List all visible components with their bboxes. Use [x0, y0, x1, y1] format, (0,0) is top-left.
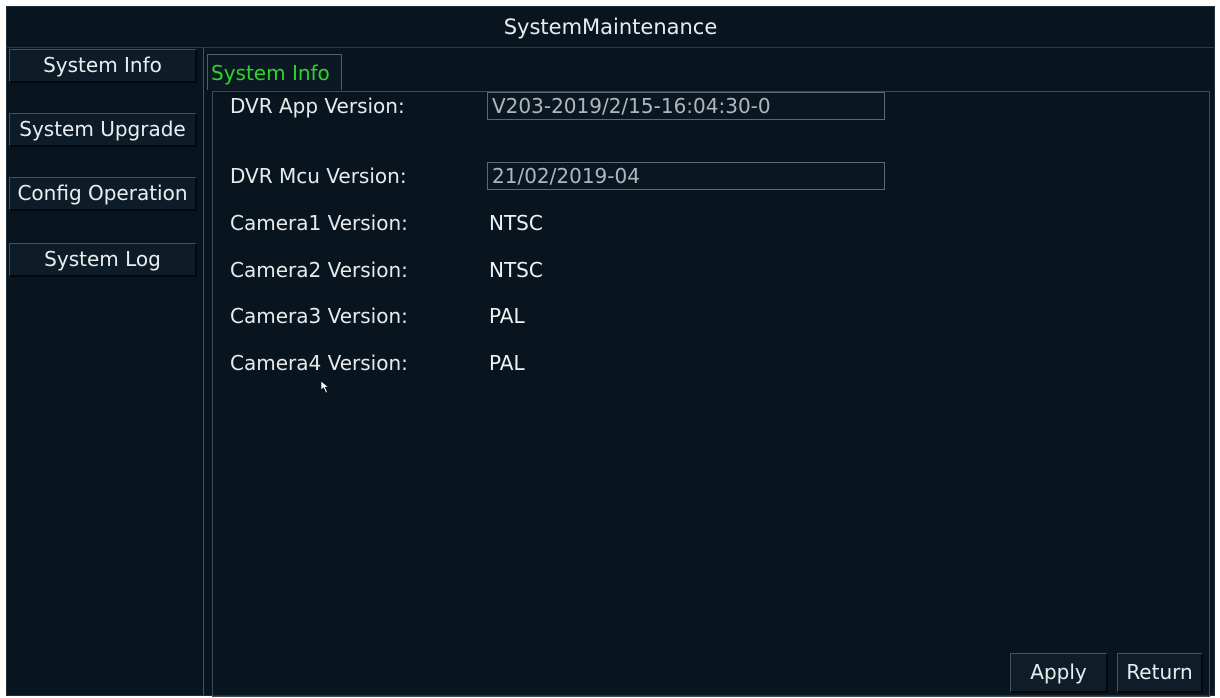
sidebar-item-system-upgrade[interactable]: System Upgrade [9, 113, 197, 147]
camera2-version-label: Camera2 Version: [230, 258, 408, 282]
camera3-version-value: PAL [489, 304, 525, 328]
system-info-panel: DVR App Version: V203-2019/2/15-16:04:30… [212, 91, 1210, 697]
camera1-version-label: Camera1 Version: [230, 211, 408, 235]
mouse-pointer-icon [321, 381, 330, 394]
camera4-version-value: PAL [489, 351, 525, 375]
dvr-app-version-field: V203-2019/2/15-16:04:30-0 [487, 92, 885, 120]
window-title: SystemMaintenance [7, 7, 1214, 48]
return-button[interactable]: Return [1117, 653, 1203, 693]
apply-button[interactable]: Apply [1010, 653, 1108, 693]
camera2-version-value: NTSC [489, 258, 543, 282]
sidebar-item-system-log[interactable]: System Log [9, 243, 197, 277]
camera4-version-label: Camera4 Version: [230, 351, 408, 375]
tab-system-info[interactable]: System Info [207, 54, 342, 90]
sidebar-item-system-info[interactable]: System Info [9, 49, 197, 83]
camera3-version-label: Camera3 Version: [230, 304, 408, 328]
dvr-mcu-version-field: 21/02/2019-04 [487, 162, 885, 190]
sidebar-item-config-operation[interactable]: Config Operation [9, 177, 197, 211]
main-panel: System Info DVR App Version: V203-2019/2… [203, 47, 1210, 697]
dvr-app-version-label: DVR App Version: [230, 94, 405, 118]
camera1-version-value: NTSC [489, 211, 543, 235]
system-maintenance-screen: SystemMaintenance System Info System Upg… [6, 6, 1215, 697]
dvr-mcu-version-label: DVR Mcu Version: [230, 164, 407, 188]
